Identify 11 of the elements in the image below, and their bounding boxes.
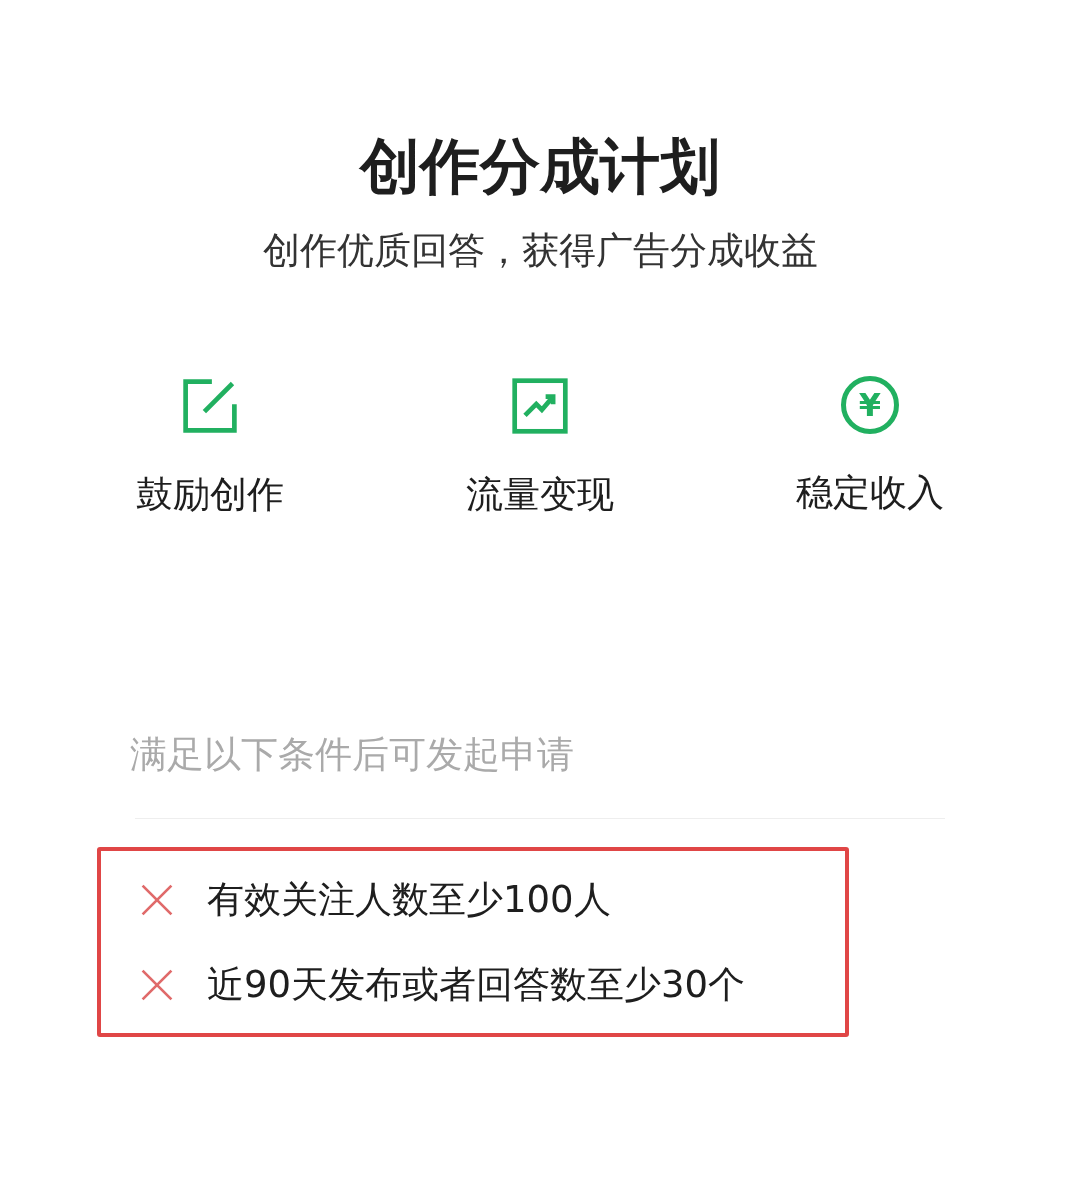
feature-label: 流量变现 [466,472,614,518]
requirement-text: 近90天发布或者回答数至少30个 [207,961,746,1008]
requirements-heading: 满足以下条件后可发起申请 [130,732,574,778]
page-title: 创作分成计划 [360,130,720,202]
page-subtitle: 创作优质回答，获得广告分成收益 [262,228,818,274]
requirement-text: 有效关注人数至少100人 [207,876,611,923]
chart-icon [510,376,570,436]
feature-label: 鼓励创作 [136,472,284,518]
feature-label: 稳定收入 [796,470,944,516]
edit-icon [180,376,240,436]
yen-icon: ¥ [841,376,899,434]
